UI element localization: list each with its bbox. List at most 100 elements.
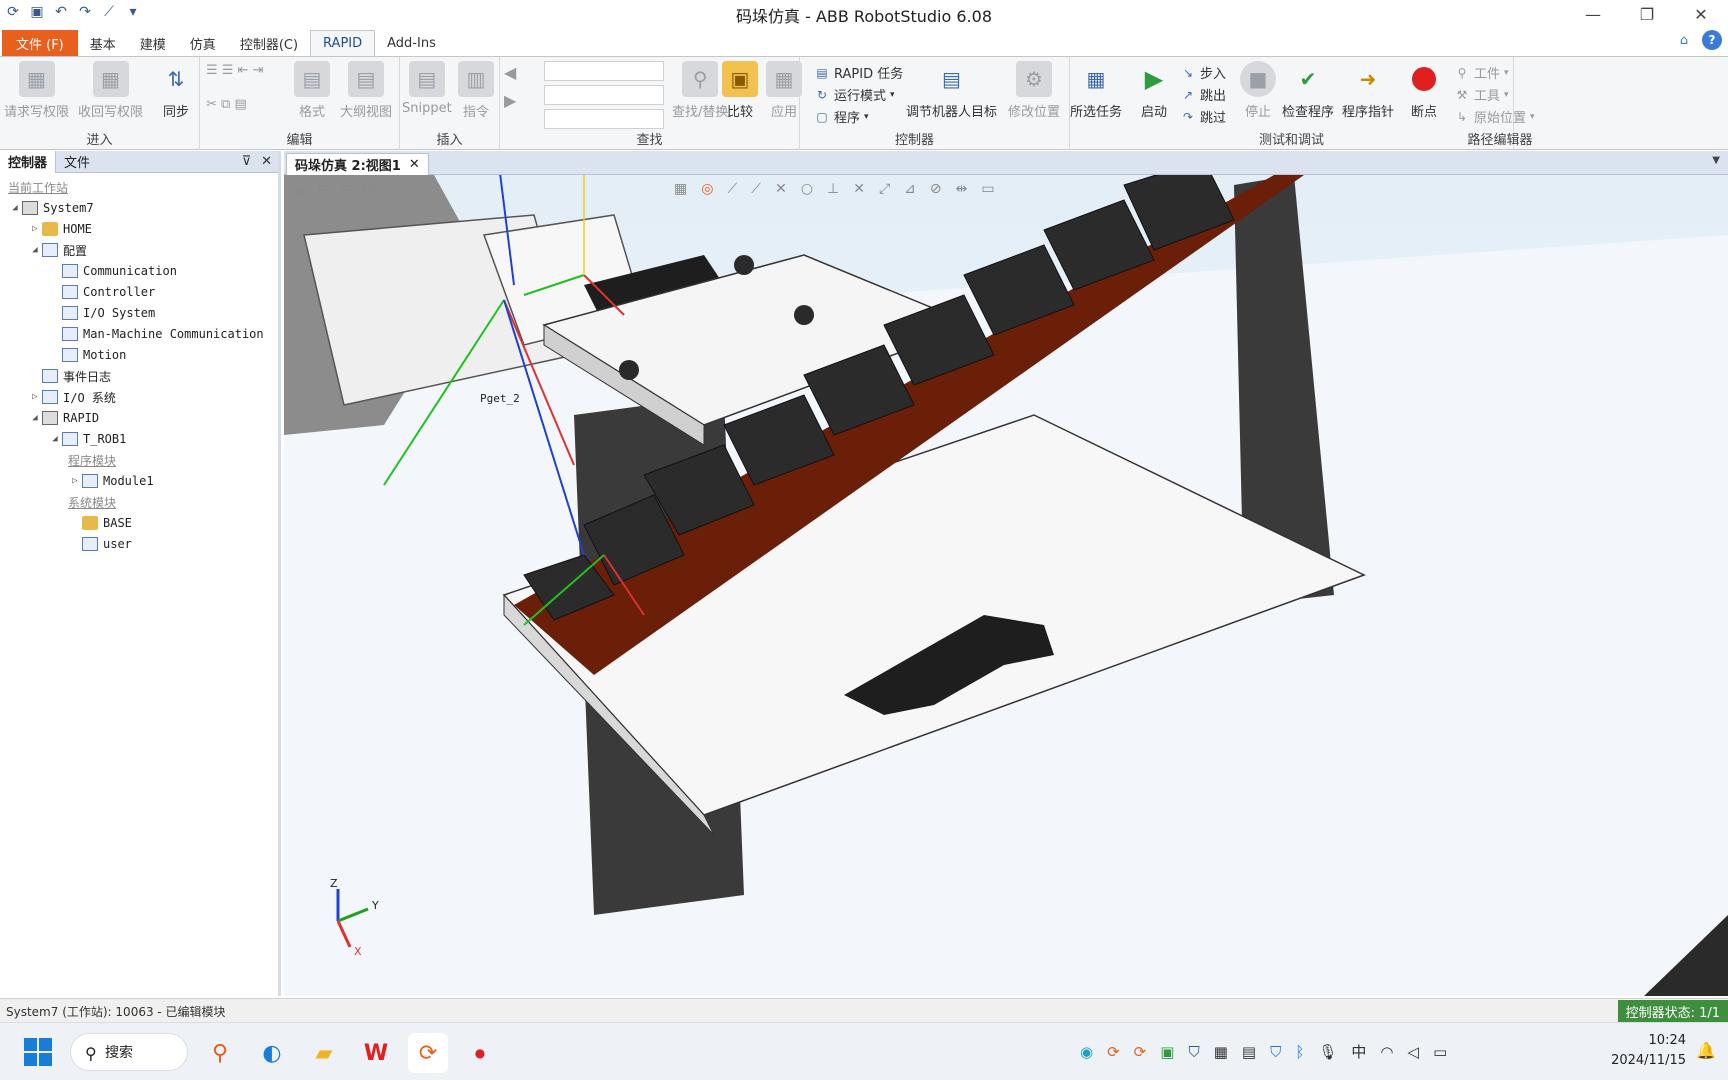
find-combo-1[interactable]: [544, 61, 664, 81]
start-button[interactable]: [24, 1038, 52, 1066]
tree-expander-icon[interactable]: ◢: [8, 203, 22, 213]
view-tool-icon-3[interactable]: ⊟: [340, 181, 353, 199]
tree-item[interactable]: ◢ 配置: [28, 240, 87, 260]
adjust-targets-button[interactable]: ▤ 调节机器人目标: [906, 61, 997, 120]
snap-icon-7[interactable]: ⊥: [827, 181, 839, 197]
view-tool-icon-1[interactable]: ◉: [294, 181, 307, 199]
tray-icon-1[interactable]: ◉: [1080, 1043, 1093, 1061]
tray-icon-2[interactable]: ⟳: [1107, 1043, 1120, 1061]
tree-item[interactable]: 当前工作站: [8, 177, 68, 197]
collapse-ribbon-icon[interactable]: ⌂: [1674, 30, 1694, 50]
run-mode-button[interactable]: ↻ 运行模式 ▾: [814, 85, 895, 105]
breakpoint-button[interactable]: 断点: [1406, 61, 1442, 120]
recorder-app-icon[interactable]: ●: [460, 1033, 500, 1073]
stop-button[interactable]: ■ 停止: [1240, 61, 1276, 120]
tree-item[interactable]: Controller: [48, 282, 155, 302]
nav-back-icon[interactable]: ◀: [504, 63, 516, 82]
tree-item[interactable]: ▷ Module1: [68, 471, 154, 491]
start-button[interactable]: ▶ 启动: [1136, 61, 1172, 120]
tree-item[interactable]: ◢ RAPID: [28, 408, 99, 428]
panel-pin-icon[interactable]: ⊽: [242, 154, 252, 169]
snap-icon-1[interactable]: ▦: [674, 181, 687, 197]
tree-item[interactable]: Man-Machine Communication: [48, 324, 264, 344]
tree-item[interactable]: ◢ T_ROB1: [48, 429, 126, 449]
tab-file[interactable]: 文件 (F): [2, 30, 78, 56]
clock[interactable]: 10:24 2024/11/15: [1611, 1031, 1686, 1071]
tree-item[interactable]: user: [68, 534, 132, 554]
tree-expander-icon[interactable]: ▷: [28, 392, 42, 402]
tab-view1[interactable]: 码垛仿真 2:视图1 ✕: [286, 153, 429, 175]
tool-button[interactable]: ⚒ 工具 ▾: [1454, 85, 1509, 105]
step-in-button[interactable]: ↘ 步入: [1180, 63, 1226, 83]
nav-forward-icon[interactable]: ▶: [504, 91, 516, 110]
find-replace-button[interactable]: ⚲ 查找/替换: [672, 61, 728, 120]
tree-expander-icon[interactable]: ◢: [28, 245, 42, 255]
tab-modeling[interactable]: 建模: [128, 30, 178, 56]
find-combo-3[interactable]: [544, 109, 664, 129]
indent-tools[interactable]: ☰ ☰ ⇤ ⇥: [206, 63, 264, 78]
microphone-icon[interactable]: 🎙: [1318, 1043, 1337, 1061]
tree-item[interactable]: BASE: [68, 513, 132, 533]
sync-button[interactable]: ⇅ 同步: [158, 61, 194, 120]
rapid-task-button[interactable]: ▤ RAPID 任务: [814, 63, 903, 83]
snap-icon-3[interactable]: ⟋: [727, 181, 737, 197]
security-icon[interactable]: ⛉: [1270, 1043, 1281, 1061]
wifi-icon[interactable]: ◠: [1380, 1043, 1393, 1061]
snap-icon-4[interactable]: ⟋: [751, 181, 761, 197]
controller-state-badge[interactable]: 控制器状态: 1/1: [1617, 1000, 1728, 1022]
tree-item[interactable]: ◢ System7: [8, 198, 94, 218]
tab-files-panel[interactable]: 文件: [56, 151, 98, 173]
snap-icon-6[interactable]: ○: [801, 181, 813, 197]
bluetooth-icon[interactable]: ᛒ: [1295, 1043, 1304, 1061]
find-combo-2[interactable]: [544, 85, 664, 105]
tree-item[interactable]: 事件日志: [28, 366, 111, 386]
tree-expander-icon[interactable]: ▷: [28, 224, 42, 234]
step-over-button[interactable]: ↷ 跳过: [1180, 107, 1226, 127]
apply-button[interactable]: ▦ 应用: [766, 61, 802, 120]
check-program-button[interactable]: ✔ 检查程序: [1282, 61, 1334, 120]
tab-controller-panel[interactable]: 控制器: [0, 150, 57, 173]
tree-expander-icon[interactable]: ▷: [68, 476, 82, 486]
battery-icon[interactable]: ▭: [1433, 1043, 1447, 1061]
snap-icon-9[interactable]: ⤢: [879, 181, 890, 197]
instruction-button[interactable]: ▥ 指令: [458, 61, 494, 120]
snap-icon-10[interactable]: ⊿: [904, 181, 916, 197]
ime-indicator[interactable]: 中: [1351, 1041, 1366, 1062]
tia-portal-icon[interactable]: ▤: [1242, 1043, 1256, 1061]
magnifier-app-icon[interactable]: ⚲: [200, 1033, 240, 1073]
file-explorer-icon[interactable]: ▰: [304, 1033, 344, 1073]
robotstudio-app-icon[interactable]: ⟳: [408, 1033, 448, 1073]
release-write-button[interactable]: ▦ 收回写权限: [78, 61, 143, 120]
tree-item[interactable]: ▷ I/O 系统: [28, 387, 116, 407]
view-tool-icon-2[interactable]: ⊞: [317, 181, 330, 199]
wps-office-icon[interactable]: W: [356, 1033, 396, 1073]
panel-close-icon[interactable]: ✕: [261, 154, 272, 169]
tree-item[interactable]: ▷ HOME: [28, 219, 92, 239]
snap-icon-12[interactable]: ⇹: [956, 181, 968, 197]
tree-item[interactable]: Communication: [48, 261, 177, 281]
tab-simulation[interactable]: 仿真: [178, 30, 228, 56]
modify-position-button[interactable]: ⚙ 修改位置: [1008, 61, 1060, 120]
request-write-button[interactable]: ▦ 请求写权限: [4, 61, 69, 120]
tree-item[interactable]: 程序模块: [68, 450, 116, 470]
tray-icon-3[interactable]: ⟳: [1134, 1043, 1147, 1061]
tab-rapid[interactable]: RAPID: [310, 30, 376, 56]
tree-expander-icon[interactable]: ◢: [48, 434, 62, 444]
snap-icon-11[interactable]: ⊘: [930, 181, 942, 197]
tree-item[interactable]: Motion: [48, 345, 126, 365]
home-position-button[interactable]: ↳ 原始位置 ▾: [1454, 107, 1535, 127]
tab-controller[interactable]: 控制器(C): [228, 30, 310, 56]
tab-home[interactable]: 基本: [78, 30, 128, 56]
notification-icon[interactable]: 🔔: [1696, 1041, 1716, 1060]
tree-item[interactable]: 系统模块: [68, 492, 116, 512]
volume-icon[interactable]: ◁: [1408, 1043, 1420, 1061]
clipboard-tools[interactable]: ✂ ⧉ ▤: [206, 97, 247, 112]
workobject-button[interactable]: ⚲ 工件 ▾: [1454, 63, 1509, 83]
close-button[interactable]: ✕: [1674, 0, 1728, 28]
snippet-button[interactable]: ▤ Snippet: [402, 61, 452, 116]
program-button[interactable]: ▢ 程序 ▾: [814, 107, 868, 127]
shield-icon[interactable]: ⛉: [1188, 1043, 1199, 1061]
tab-list-dropdown-icon[interactable]: ▼: [1712, 155, 1720, 166]
snap-icon-2[interactable]: ◎: [701, 181, 713, 197]
snap-icon-5[interactable]: ✕: [775, 181, 787, 197]
